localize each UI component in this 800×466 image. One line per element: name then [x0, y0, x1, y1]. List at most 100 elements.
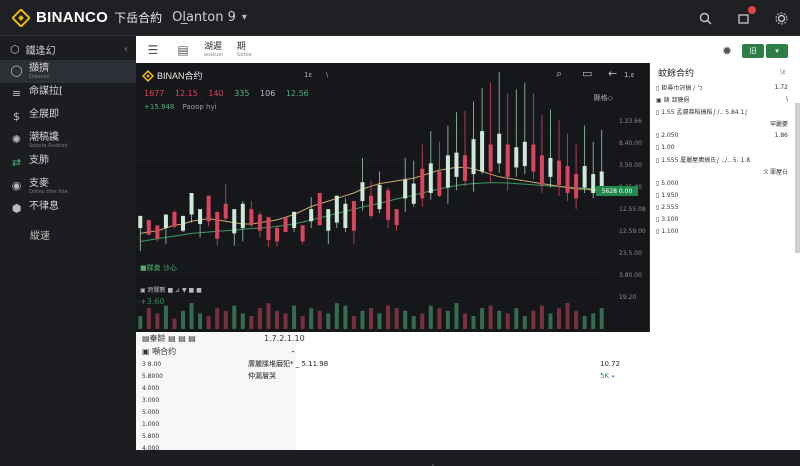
timeframe-selector[interactable]: 1ε: [304, 71, 312, 79]
arrow-left-icon[interactable]: ←: [608, 67, 617, 80]
volume-bar: [369, 308, 373, 329]
order-panel-row[interactable]: ▯ 2.555: [650, 201, 800, 213]
position-row[interactable]: 5.800: [136, 430, 650, 442]
price-mode-label[interactable]: 縣格◇: [594, 93, 613, 103]
order-panel-row[interactable]: ▯ 1.555 厦麗屋廣搞氏∫ ../.. 5. 1.8: [650, 153, 800, 165]
toolbar: ☰ ▤ 湖遲 ooatuoi 期 Gotoe ✹ 旧 ▾: [136, 36, 800, 64]
order-panel-row[interactable]: ▯ 1.55 孟寢酋稻搞稻∫ /.. 5.​84.1∫: [650, 105, 800, 117]
order-panel-row[interactable]: ▯ 5.000: [650, 177, 800, 189]
sidebar-item-2[interactable]: ≡ 命謀拉[: [0, 83, 136, 106]
candle-body: [146, 219, 151, 235]
position-row[interactable]: 5.8000 仲漏層哭 5K ⁎: [136, 370, 650, 382]
candle-body: [215, 211, 220, 239]
sidebar-header[interactable]: ⬡ 鐵逢幻 ‹: [0, 38, 136, 60]
volume-bar: [591, 313, 596, 329]
sidebar-item-label: 擷擠: [29, 63, 49, 74]
candle-body: [275, 228, 279, 242]
candle-body: [300, 225, 305, 242]
sidebar-item-label: 支肺: [29, 155, 49, 166]
candle-body: [369, 195, 373, 216]
arrow-icon[interactable]: ╸: [292, 348, 296, 356]
position-row[interactable]: 3 8.00 廣麗牒堆磨犯* _ 5.11.98 10.72: [136, 358, 650, 370]
ohlc-value: 12.15: [174, 89, 198, 98]
search-icon[interactable]: [697, 10, 713, 26]
order-panel-row[interactable]: ▣ 鋳 邽胮俋 \: [650, 93, 800, 105]
cube-icon: ⬡: [10, 42, 20, 56]
volume-bar: [292, 305, 297, 329]
chevron-down-icon[interactable]: ▾: [242, 12, 247, 23]
volume-bar: [574, 310, 579, 329]
candle-body: [386, 190, 391, 220]
candle-body: [377, 184, 382, 210]
sidebar-item-3[interactable]: $ 全展即: [0, 106, 136, 129]
gear-icon[interactable]: [773, 10, 789, 26]
toolbar-tab-a[interactable]: 湖遲 ooatuoi: [204, 42, 223, 58]
volume-bar: [343, 305, 348, 329]
settings-gear-icon[interactable]: ✹: [722, 44, 732, 58]
sidebar-item-7[interactable]: ⬢ 不律息: [0, 198, 136, 221]
brand-name[interactable]: BINANCO: [36, 9, 108, 26]
volume-bar: [309, 308, 314, 329]
order-panel-row[interactable]: ▯ 3.100: [650, 213, 800, 225]
scrollbar[interactable]: [795, 103, 800, 253]
order-panel-row-value: \: [785, 95, 788, 103]
green-action-button[interactable]: 旧: [742, 44, 764, 58]
sidebar-header-label: 鐵逢幻: [25, 45, 56, 57]
green-action-button-2[interactable]: ▾: [766, 44, 788, 58]
order-panel-row[interactable]: ▯ 1.950: [650, 189, 800, 201]
positions-title[interactable]: ▣ 噸合约: [142, 346, 176, 357]
position-row[interactable]: 1.000: [136, 418, 650, 430]
close-icon[interactable]: \ε: [780, 68, 786, 76]
order-panel-row[interactable]: ▯ 1.00: [650, 141, 800, 153]
volume-bar: [522, 316, 527, 329]
position-row[interactable]: 4.000: [136, 382, 650, 394]
top-icons: [686, 0, 800, 36]
toolbar-tab-label: 湖遲: [204, 41, 223, 52]
position-row[interactable]: 5.000: [136, 406, 650, 418]
order-panel-row-label: ▣ 鋳 邽胮俋: [656, 96, 690, 104]
y-axis-tick: 19.20: [619, 294, 636, 301]
menu-icon[interactable]: ☰: [146, 43, 160, 57]
position-row[interactable]: 3.000: [136, 394, 650, 406]
position-row[interactable]: 4.000: [136, 442, 650, 454]
y-axis-tick: 1.23.66: [619, 118, 642, 125]
order-panel-row[interactable]: ▯ 鉅尋巾沢搞 / ㄅ 1.72: [650, 81, 800, 93]
timeframe-extra[interactable]: \: [326, 71, 328, 79]
candle-body: [360, 182, 365, 202]
order-panel-row[interactable]: ℛ 罪屋㕣: [650, 165, 800, 177]
account-selector[interactable]: Ol̲anton 9: [172, 10, 236, 25]
sidebar-item-4[interactable]: ✺ 潮稿讒 Sdouta Rusbisd: [0, 129, 136, 152]
candle-body: [531, 144, 536, 172]
chevron-left-icon[interactable]: ‹: [124, 44, 128, 55]
order-panel-row[interactable]: 罕麗夔: [650, 117, 800, 129]
notification-icon[interactable]: [735, 6, 756, 26]
volume-bar: [215, 308, 220, 329]
sidebar-item-sub: Dolleo tthe ihte: [29, 189, 68, 195]
candle-body: [257, 214, 262, 231]
toolbar-tab-b[interactable]: 期 Gotoe: [237, 42, 252, 58]
order-panel-row[interactable]: ▯ 1.100: [650, 225, 800, 237]
sidebar-item-label: 命謀拉[: [29, 86, 63, 97]
search-icon[interactable]: ⌕: [556, 67, 562, 81]
sidebar-item-5[interactable]: ⇄ 支肺: [0, 152, 136, 175]
order-panel-header: 蚊餘合约 \ε: [650, 63, 800, 81]
lines-icon: ≡: [11, 87, 22, 100]
sidebar-item-1[interactable]: ◯ 擷擠 Dolanoo: [0, 60, 136, 83]
candle-body: [138, 215, 143, 228]
layout-icon[interactable]: ▭: [582, 67, 592, 80]
price-chart[interactable]: 1.23.668.40.003.50.008.25.0012.55.0812.5…: [136, 63, 650, 332]
sidebar-item-6[interactable]: ◉ 支麥 Dolleo tthe ihte: [0, 175, 136, 198]
y-axis-tick: 12.55.08: [619, 206, 646, 213]
volume-bar: [155, 313, 160, 329]
candle-body: [326, 209, 331, 231]
bookmark-icon[interactable]: ▤: [176, 43, 190, 57]
order-panel-row[interactable]: ▯ 2.050 1.86: [650, 129, 800, 141]
position-cell: 4.000: [142, 444, 160, 452]
candle-body: [463, 155, 467, 181]
order-panel-row-label: ▯ 1.555 厦麗屋廣搞氏∫ ../.. 5. 1.8: [656, 156, 751, 164]
chart-symbol[interactable]: BINAN合约: [157, 69, 203, 82]
binance-logo-icon[interactable]: [12, 8, 30, 27]
volume-bar: [172, 318, 177, 329]
ohlc-value: 106: [260, 89, 276, 98]
sidebar-footer-link[interactable]: 縱速: [0, 227, 136, 242]
